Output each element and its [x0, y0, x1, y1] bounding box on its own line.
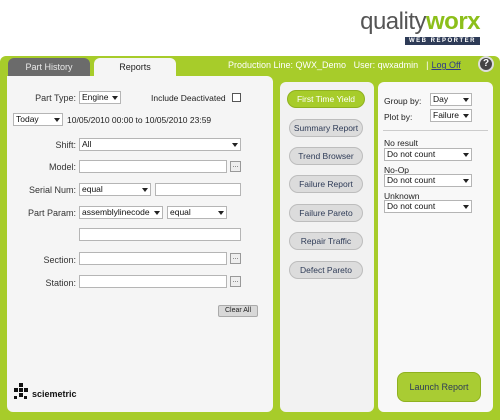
plot-by-select[interactable]: Failure: [430, 109, 472, 122]
section-browse-button[interactable]: ...: [230, 253, 241, 264]
filter-panel: [7, 76, 273, 412]
shift-select[interactable]: All: [79, 138, 241, 151]
help-icon[interactable]: ?: [478, 56, 494, 72]
no-result-select[interactable]: Do not count: [384, 148, 472, 161]
part-param-operator-select[interactable]: equal: [167, 206, 227, 219]
report-summary-button[interactable]: Summary Report: [289, 119, 363, 137]
chevron-down-icon: [463, 114, 469, 118]
part-type-select[interactable]: Engine: [79, 91, 121, 104]
tab-part-history[interactable]: Part History: [8, 58, 90, 76]
report-options-panel: [378, 82, 493, 412]
station-browse-button[interactable]: ...: [230, 276, 241, 287]
chevron-down-icon: [142, 188, 148, 192]
group-by-label: Group by:: [384, 96, 422, 106]
chevron-down-icon: [463, 153, 469, 157]
date-range-text: 10/05/2010 00:00 to 10/05/2010 23:59: [67, 115, 212, 125]
report-defect-pareto-button[interactable]: Defect Pareto: [289, 261, 363, 279]
date-range-select[interactable]: Today: [13, 113, 63, 126]
no-result-value: Do not count: [387, 149, 436, 159]
separator: |: [426, 60, 429, 70]
logo-wordmark: qualityworx: [360, 8, 480, 35]
report-first-time-yield-button[interactable]: First Time Yield: [287, 90, 365, 108]
chevron-down-icon: [232, 143, 238, 147]
chevron-down-icon: [218, 211, 224, 215]
report-failure-report-button[interactable]: Failure Report: [289, 175, 363, 193]
qualityworx-logo: qualityworx WEB REPORTER: [360, 8, 481, 45]
plot-by-label: Plot by:: [384, 112, 413, 122]
launch-report-button[interactable]: Launch Report: [397, 372, 481, 402]
chevron-down-icon: [54, 118, 60, 122]
date-range-value: Today: [16, 114, 39, 124]
report-failure-pareto-button[interactable]: Failure Pareto: [289, 204, 363, 222]
model-browse-button[interactable]: ...: [230, 161, 241, 172]
serial-num-operator-select[interactable]: equal: [79, 183, 151, 196]
unknown-select[interactable]: Do not count: [384, 200, 472, 213]
part-param-operator-value: equal: [170, 207, 191, 217]
part-param-label: Part Param:: [27, 208, 76, 218]
clear-all-button[interactable]: Clear All: [218, 305, 258, 317]
include-deactivated-checkbox[interactable]: [232, 93, 241, 102]
part-type-label: Part Type:: [35, 93, 76, 103]
production-line-label: Production Line: QWX_Demo: [228, 60, 347, 70]
part-param-value-field[interactable]: [79, 228, 241, 241]
model-label: Model:: [48, 162, 76, 172]
user-label: User: qwxadmin: [353, 60, 419, 70]
chevron-down-icon: [463, 179, 469, 183]
sciemetric-wordmark: sciemetric: [32, 389, 77, 399]
report-trend-browser-button[interactable]: Trend Browser: [289, 147, 363, 165]
no-op-select[interactable]: Do not count: [384, 174, 472, 187]
divider: [383, 130, 488, 131]
model-field[interactable]: [79, 160, 227, 173]
no-op-value: Do not count: [387, 175, 436, 185]
chevron-down-icon: [154, 211, 160, 215]
no-result-label: No result: [384, 138, 419, 148]
tab-reports[interactable]: Reports: [94, 58, 176, 76]
chevron-down-icon: [112, 96, 118, 100]
group-by-select[interactable]: Day: [430, 93, 472, 106]
part-type-value: Engine: [82, 92, 109, 102]
serial-num-operator-value: equal: [82, 184, 103, 194]
serial-num-field[interactable]: [155, 183, 241, 196]
plot-by-value: Failure: [433, 110, 459, 120]
part-param-select[interactable]: assemblylinecode: [79, 206, 163, 219]
section-field[interactable]: [79, 252, 227, 265]
part-param-value: assemblylinecode: [82, 207, 150, 217]
chevron-down-icon: [463, 98, 469, 102]
include-deactivated-label: Include Deactivated: [151, 93, 226, 103]
unknown-value: Do not count: [387, 201, 436, 211]
log-off-link[interactable]: Log Off: [431, 60, 460, 70]
shift-value: All: [82, 139, 92, 149]
chevron-down-icon: [463, 205, 469, 209]
report-repair-traffic-button[interactable]: Repair Traffic: [289, 232, 363, 250]
shift-label: Shift:: [55, 140, 76, 150]
session-info: Production Line: QWX_Demo User: qwxadmin…: [228, 60, 466, 70]
station-label: Station:: [45, 278, 76, 288]
group-by-value: Day: [433, 94, 449, 104]
logo-subtitle: WEB REPORTER: [404, 37, 480, 45]
sciemetric-mark-icon: [14, 383, 28, 399]
sciemetric-logo: sciemetric: [12, 383, 82, 403]
section-label: Section:: [43, 255, 76, 265]
serial-num-label: Serial Num:: [28, 185, 76, 195]
station-field[interactable]: [79, 275, 227, 288]
